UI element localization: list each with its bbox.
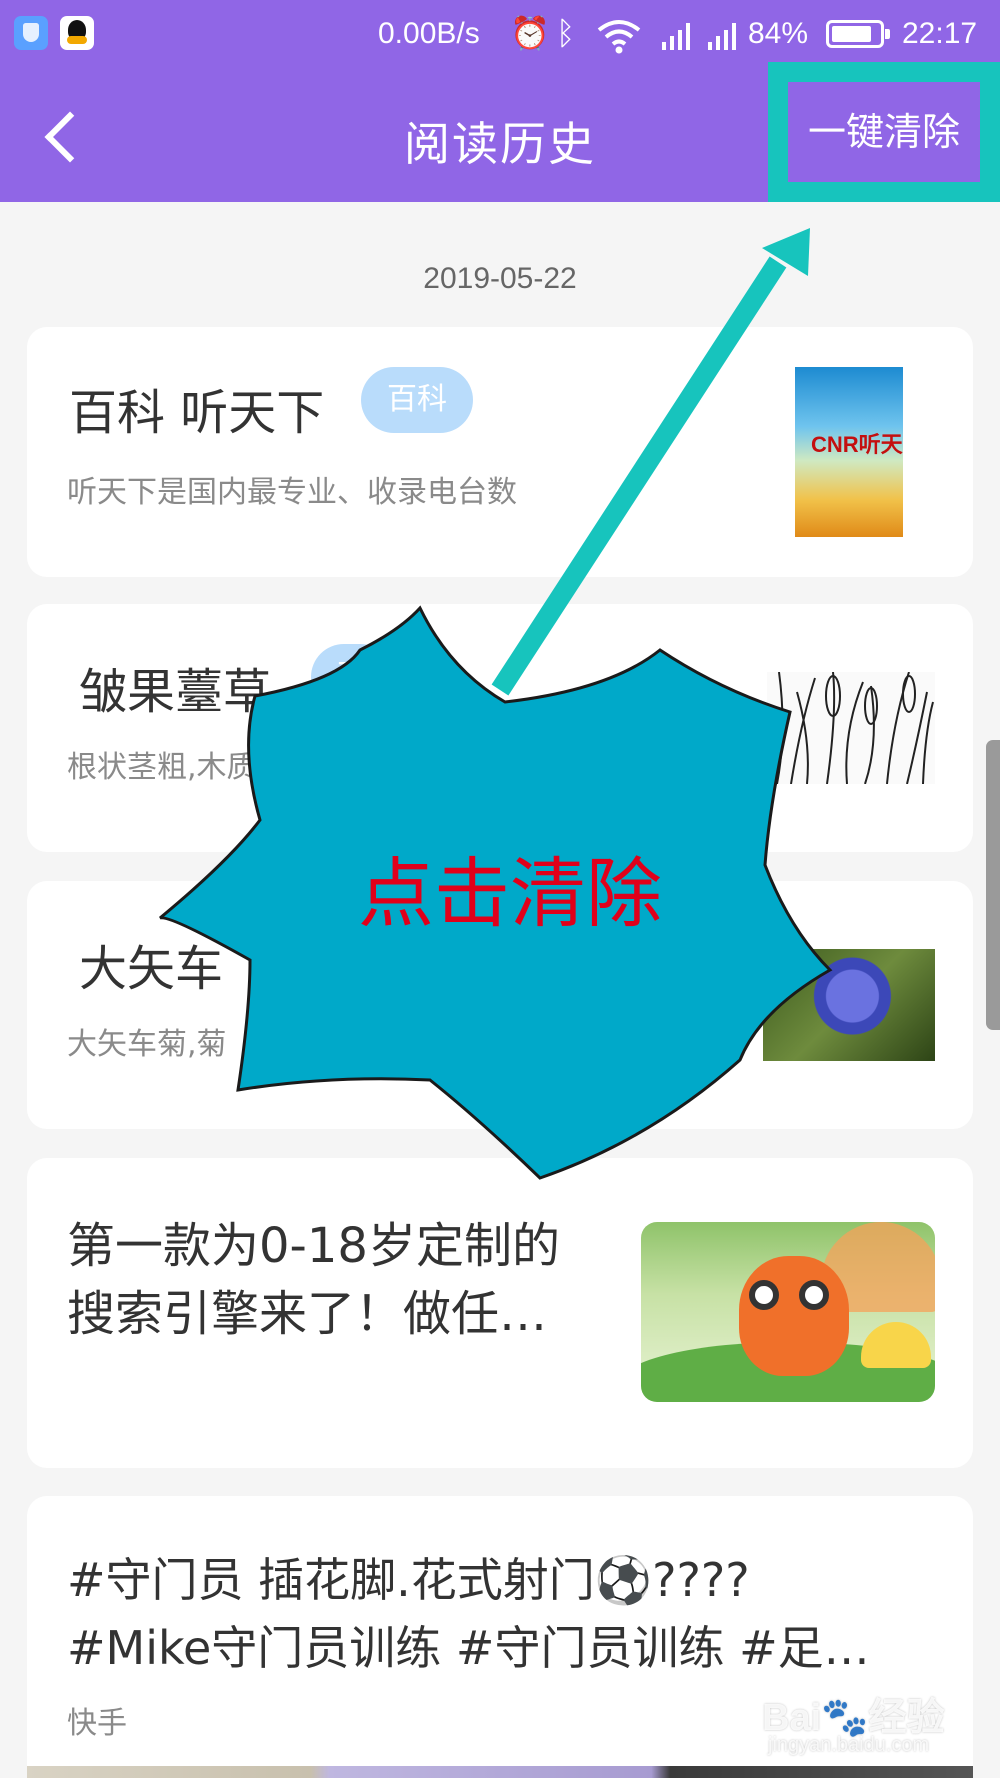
baidu-jingyan-watermark: Bai🐾经验 <box>762 1697 945 1739</box>
watermark-url: jingyan.baidu.com <box>768 1734 930 1756</box>
callout-text: 点击清除 <box>358 849 662 938</box>
